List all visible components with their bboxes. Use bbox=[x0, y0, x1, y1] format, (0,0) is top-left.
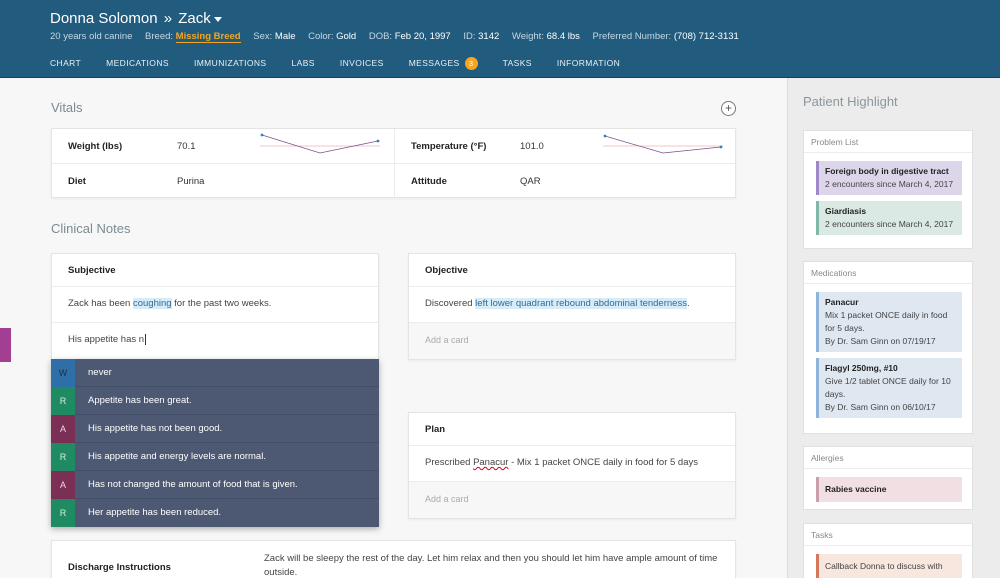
app-header: Donna Solomon » Zack 20 years old canine… bbox=[0, 0, 1000, 78]
main-tabs: Chart Medications Immunizations Labs Inv… bbox=[50, 55, 645, 71]
tab-immunizations[interactable]: Immunizations bbox=[194, 55, 267, 71]
sidebar-title: Patient Highlight bbox=[803, 94, 898, 109]
suggestion-item[interactable]: A His appetite has not been good. bbox=[51, 415, 379, 443]
weight-field: Weight: 68.4 lbs bbox=[511, 31, 580, 42]
suggestion-type-tag: R bbox=[51, 499, 75, 527]
suggestion-type-tag: R bbox=[51, 443, 75, 471]
tasks-panel: Tasks Callback Donna to discuss with bbox=[803, 523, 973, 578]
objective-card: Objective Discovered left lower quadrant… bbox=[408, 253, 736, 360]
tab-invoices[interactable]: Invoices bbox=[340, 55, 384, 71]
problem-list-title: Problem List bbox=[804, 131, 972, 153]
plan-card: Plan Prescribed Panacur - Mix 1 packet O… bbox=[408, 412, 736, 519]
vitals-card: Weight (lbs) 70.1 Temperature (°F) 101.0… bbox=[51, 128, 736, 199]
breed-field: Breed: Missing Breed bbox=[145, 31, 241, 43]
vital-value[interactable]: 70.1 bbox=[177, 141, 196, 152]
drug-name[interactable]: Panacur bbox=[473, 457, 508, 468]
vital-label: Attitude bbox=[411, 176, 447, 187]
vital-value[interactable]: QAR bbox=[520, 176, 541, 187]
subjective-title: Subjective bbox=[52, 254, 378, 287]
plan-entry[interactable]: Prescribed Panacur - Mix 1 packet ONCE d… bbox=[409, 446, 735, 482]
patient-meta: 20 years old canine Breed: Missing Breed… bbox=[50, 31, 749, 43]
add-card-button[interactable]: Add a card bbox=[409, 482, 735, 518]
allergies-panel: Allergies Rabies vaccine bbox=[803, 446, 973, 510]
breadcrumb-separator: » bbox=[163, 10, 173, 27]
text-cursor bbox=[145, 334, 147, 345]
allergies-panel-title: Allergies bbox=[804, 447, 972, 469]
allergy-item[interactable]: Rabies vaccine bbox=[816, 477, 962, 502]
vital-label: Weight (lbs) bbox=[68, 141, 123, 152]
highlighted-term[interactable]: left lower quadrant rebound abdominal te… bbox=[475, 298, 687, 309]
sex-field: Sex: Male bbox=[253, 31, 296, 42]
add-card-button[interactable]: Add a card bbox=[409, 323, 735, 359]
suggestion-item[interactable]: R His appetite and energy levels are norm… bbox=[51, 443, 379, 471]
owner-name[interactable]: Donna Solomon bbox=[50, 10, 158, 27]
patient-highlight-sidebar: Patient Highlight Problem List Foreign b… bbox=[787, 78, 1000, 578]
vital-value[interactable]: Purina bbox=[177, 176, 204, 187]
suggestion-item[interactable]: R Her appetite has been reduced. bbox=[51, 499, 379, 527]
autocomplete-dropdown: Wnever R Appetite has been great. A His ap… bbox=[51, 359, 379, 527]
vital-label: Temperature (°F) bbox=[411, 141, 487, 152]
problem-item[interactable]: Giardiasis 2 encounters since March 4, 20… bbox=[816, 201, 962, 235]
vitals-divider bbox=[394, 129, 395, 199]
discharge-card: Discharge Instructions Zack will be slee… bbox=[51, 540, 736, 578]
add-vital-button[interactable]: + bbox=[721, 101, 736, 116]
vitals-title: Vitals bbox=[51, 100, 83, 115]
temperature-sparkline bbox=[603, 134, 723, 154]
id-field: ID: 3142 bbox=[463, 31, 500, 42]
suggestion-type-tag: A bbox=[51, 471, 75, 499]
tab-information[interactable]: Information bbox=[557, 55, 620, 71]
plan-title: Plan bbox=[409, 413, 735, 446]
phone-field: Preferred Number: (708) 712-3131 bbox=[592, 31, 739, 42]
medication-item[interactable]: Flagyl 250mg, #10 Give 1/2 tablet ONCE da… bbox=[816, 358, 962, 418]
suggestion-type-tag: W bbox=[51, 359, 75, 387]
discharge-text[interactable]: Zack will be sleepy the rest of the day.… bbox=[264, 552, 729, 578]
medication-item[interactable]: Panacur Mix 1 packet ONCE daily in food f… bbox=[816, 292, 962, 352]
discharge-title: Discharge Instructions bbox=[68, 562, 171, 573]
patient-summary: 20 years old canine bbox=[50, 31, 133, 42]
messages-count-badge: 3 bbox=[464, 56, 478, 70]
subjective-entry[interactable]: Zack has been coughing for the past two … bbox=[52, 287, 378, 323]
pet-name[interactable]: Zack bbox=[178, 10, 211, 27]
medications-panel-title: Medications bbox=[804, 262, 972, 284]
task-item[interactable]: Callback Donna to discuss with bbox=[816, 554, 962, 578]
objective-entry[interactable]: Discovered left lower quadrant rebound a… bbox=[409, 287, 735, 323]
objective-title: Objective bbox=[409, 254, 735, 287]
side-drawer-tab[interactable] bbox=[0, 328, 11, 362]
color-field: Color: Gold bbox=[308, 31, 357, 42]
tab-labs[interactable]: Labs bbox=[292, 55, 315, 71]
patient-title: Donna Solomon » Zack bbox=[50, 10, 222, 27]
tab-tasks[interactable]: Tasks bbox=[503, 55, 532, 71]
suggestion-item[interactable]: Wnever bbox=[51, 359, 379, 387]
clinical-notes-title: Clinical Notes bbox=[51, 221, 131, 236]
highlighted-term[interactable]: coughing bbox=[132, 298, 172, 309]
problem-item[interactable]: Foreign body in digestive tract 2 encount… bbox=[816, 161, 962, 195]
tab-chart[interactable]: Chart bbox=[50, 55, 81, 71]
weight-sparkline bbox=[260, 133, 380, 154]
subjective-input[interactable]: His appetite has n bbox=[52, 323, 378, 359]
medications-panel: Medications Panacur Mix 1 packet ONCE dai… bbox=[803, 261, 973, 434]
dob-field: DOB: Feb 20, 1997 bbox=[368, 31, 451, 42]
tasks-panel-title: Tasks bbox=[804, 524, 972, 546]
vital-value[interactable]: 101.0 bbox=[520, 141, 544, 152]
problem-list-panel: Problem List Foreign body in digestive t… bbox=[803, 130, 973, 249]
vital-label: Diet bbox=[68, 176, 86, 187]
tab-messages[interactable]: Messages 3 bbox=[409, 55, 478, 71]
tab-medications[interactable]: Medications bbox=[106, 55, 169, 71]
breed-warning-link[interactable]: Missing Breed bbox=[175, 31, 241, 43]
suggestion-item[interactable]: R Appetite has been great. bbox=[51, 387, 379, 415]
chevron-down-icon[interactable] bbox=[213, 16, 222, 22]
suggestion-type-tag: A bbox=[51, 415, 75, 443]
subjective-card: Subjective Zack has been coughing for th… bbox=[51, 253, 379, 360]
suggestion-type-tag: R bbox=[51, 387, 75, 415]
suggestion-item[interactable]: A Has not changed the amount of food that… bbox=[51, 471, 379, 499]
